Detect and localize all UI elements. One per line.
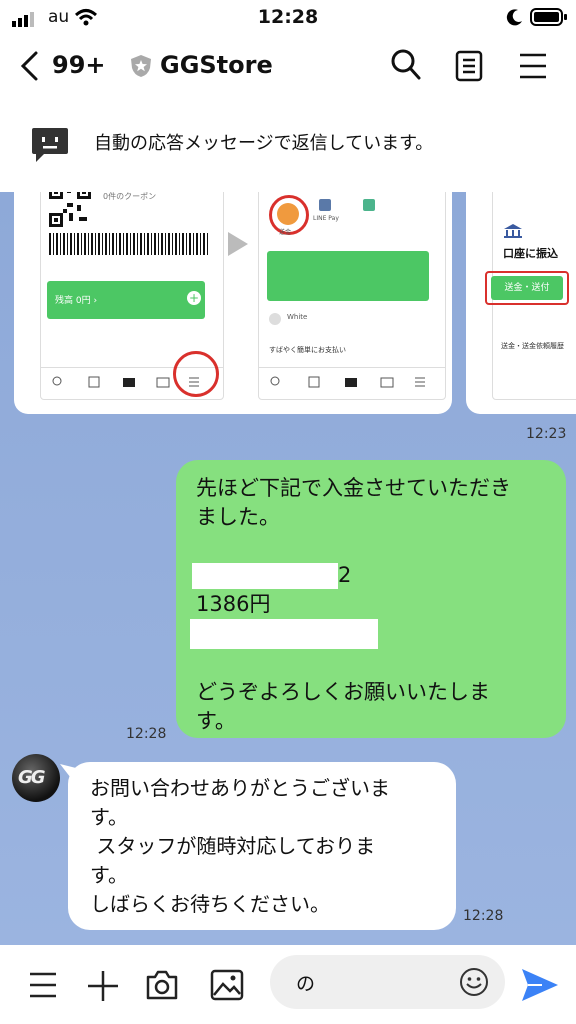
bank-transfer-title: 口座に振込 bbox=[503, 247, 558, 260]
camera-icon[interactable] bbox=[145, 969, 179, 1001]
auto-reply-notice: 自動の応答メッセージで返信しています。 bbox=[0, 98, 576, 192]
amount-text: 1386円 bbox=[196, 592, 271, 616]
message-time: 12:28 bbox=[126, 726, 167, 742]
bottom-tab-icons bbox=[270, 376, 425, 388]
chat-header: 99+ GGStore bbox=[0, 34, 576, 98]
message-line: ました。 bbox=[196, 505, 280, 529]
message-line: す。 bbox=[90, 805, 128, 829]
screenshot-wallet-menu: 送金 LINE Pay White すばやく簡単にお支払い bbox=[258, 192, 446, 400]
message-line: しばらくお待ちください。 bbox=[90, 892, 330, 916]
moon-icon bbox=[506, 9, 522, 26]
message-input-bar: の bbox=[0, 945, 576, 1024]
plus-icon: + bbox=[187, 291, 201, 305]
linepay-label: LINE Pay bbox=[313, 215, 339, 222]
bank-icon bbox=[504, 224, 522, 238]
message-suffix: 2 bbox=[338, 563, 352, 587]
image-message-2[interactable]: 口座に振込 送金・送付 送金・送金依頼履歴 bbox=[466, 192, 576, 414]
balance-card: 残高 0円 › + bbox=[47, 281, 205, 319]
masked-line bbox=[190, 619, 546, 649]
incoming-message-bubble[interactable]: お問い合わせありがとうございま す。 スタッフが随時対応しておりま す。 しばら… bbox=[68, 762, 456, 930]
official-badge-icon bbox=[131, 55, 151, 77]
pay-text: すばやく簡単にお支払い bbox=[269, 346, 346, 354]
message-line: す。 bbox=[196, 709, 236, 733]
screenshot-wallet: 0件のクーポン 残高 0円 › + bbox=[40, 192, 224, 400]
send-money-icon bbox=[277, 203, 299, 225]
send-icon[interactable] bbox=[520, 967, 560, 1003]
send-money-label: 送金 bbox=[279, 229, 292, 236]
image-message[interactable]: 0件のクーポン 残高 0円 › + 送金 LINE Pay White すばやく… bbox=[14, 192, 452, 414]
highlight-circle bbox=[173, 351, 219, 397]
menu-icon[interactable] bbox=[518, 52, 548, 80]
green-banner bbox=[267, 251, 429, 301]
coupon-label: 0件のクーポン bbox=[103, 192, 157, 201]
auto-reply-text: 自動の応答メッセージで返信しています。 bbox=[94, 133, 434, 154]
message-input[interactable]: の bbox=[270, 955, 505, 1009]
auto-reply-bot-icon bbox=[32, 128, 68, 162]
message-line: スタッフが随時対応しておりま bbox=[90, 834, 376, 858]
arrow-right-icon bbox=[228, 232, 248, 256]
search-icon[interactable] bbox=[390, 48, 422, 82]
linepay-icon bbox=[319, 199, 331, 211]
white-label: White bbox=[287, 313, 308, 321]
barcode-image bbox=[49, 233, 209, 255]
chat-title: GGStore bbox=[160, 51, 273, 79]
chat-area[interactable]: 0件のクーポン 残高 0円 › + 送金 LINE Pay White すばやく… bbox=[0, 192, 576, 945]
status-time: 12:28 bbox=[257, 6, 319, 28]
message-line: 先ほど下記で入金させていただき bbox=[196, 476, 511, 500]
status-bar: au 12:28 bbox=[0, 0, 576, 34]
message-line: お問い合わせありがとうございま bbox=[90, 776, 390, 800]
message-time: 12:28 bbox=[463, 908, 504, 924]
back-chevron-icon[interactable] bbox=[18, 50, 42, 82]
qr-code-image bbox=[49, 192, 91, 227]
message-input-text: の bbox=[296, 973, 316, 995]
message-line: どうぞよろしくお願いいたしま bbox=[196, 680, 490, 704]
unread-count[interactable]: 99+ bbox=[52, 51, 106, 79]
screenshot-bank-transfer: 口座に振込 送金・送付 送金・送金依頼履歴 bbox=[485, 192, 576, 400]
avatar[interactable]: GG bbox=[12, 754, 60, 802]
payment-icon bbox=[363, 199, 375, 211]
redaction-mask bbox=[190, 619, 378, 649]
redaction-mask bbox=[192, 563, 338, 589]
plus-icon[interactable] bbox=[86, 969, 120, 1003]
send-transfer-button: 送金・送付 bbox=[491, 276, 563, 300]
avatar-logo-text: GG bbox=[18, 767, 46, 788]
menu-icon[interactable] bbox=[28, 971, 58, 999]
history-label: 送金・送金依頼履歴 bbox=[501, 342, 564, 350]
message-time: 12:23 bbox=[526, 426, 567, 442]
message-line: す。 bbox=[90, 863, 128, 887]
balance-text: 残高 0円 › bbox=[55, 296, 98, 306]
masked-line: 2 bbox=[192, 561, 546, 590]
notes-icon[interactable] bbox=[455, 50, 483, 82]
battery-icon bbox=[530, 8, 567, 26]
emoji-icon[interactable] bbox=[458, 966, 490, 998]
outgoing-message-bubble[interactable]: 先ほど下記で入金させていただき ました。 2 1386円 どうぞよろしくお願いい… bbox=[176, 460, 566, 738]
image-icon[interactable] bbox=[210, 969, 244, 1001]
